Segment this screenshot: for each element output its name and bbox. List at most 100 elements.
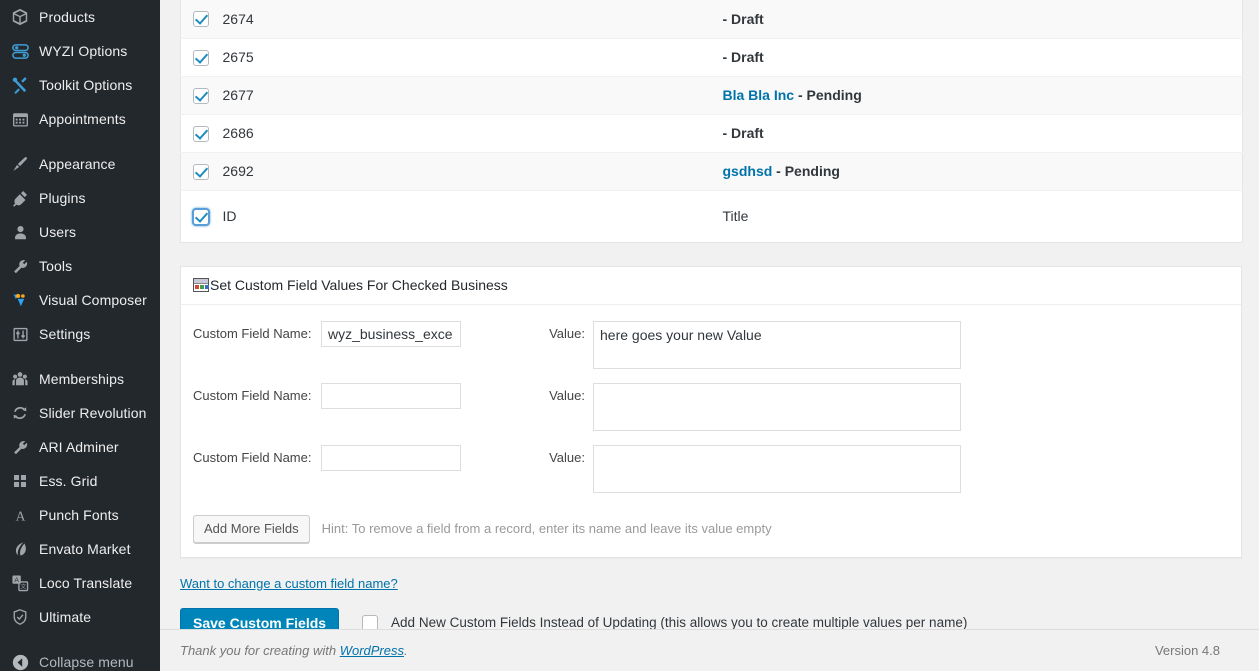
wrench-icon (10, 256, 30, 276)
row-checkbox-cell (180, 0, 223, 39)
sidebar-item-ess-grid[interactable]: Ess. Grid (0, 464, 160, 498)
sidebar-item-label: Settings (39, 326, 91, 342)
business-status: - Draft (722, 10, 764, 27)
table-row[interactable]: 2674- Draft (180, 0, 1243, 39)
sidebar-item-appointments[interactable]: Appointments (0, 102, 160, 136)
row-title: - Draft (722, 38, 1243, 77)
sidebar-item-tools[interactable]: Tools (0, 249, 160, 283)
sidebar-item-loco-translate[interactable]: A 文 Loco Translate (0, 566, 160, 600)
custom-field-name-label: Custom Field Name: (193, 387, 312, 403)
row-title: - Draft (722, 0, 1243, 39)
column-header-id[interactable]: ID (222, 189, 723, 242)
sidebar-item-visual-composer[interactable]: Visual Composer (0, 283, 160, 317)
hint-text: Hint: To remove a field from a record, e… (321, 521, 772, 536)
sidebar-collapse-menu[interactable]: Collapse menu (0, 645, 160, 671)
row-id: 2675 (222, 38, 723, 77)
toggles-icon (10, 41, 30, 61)
custom-field-name-input[interactable] (321, 320, 461, 347)
column-header-title[interactable]: Title (722, 189, 1243, 242)
panel-title: Set Custom Field Values For Checked Busi… (210, 277, 508, 293)
sidebar-collapse-label: Collapse menu (39, 654, 134, 670)
row-checkbox-cell (180, 114, 223, 153)
wordpress-link[interactable]: WordPress (340, 643, 404, 658)
sidebar-item-label: WYZI Options (39, 43, 128, 59)
sidebar-item-label: Loco Translate (39, 575, 133, 591)
business-title-link[interactable]: gsdhsd (723, 163, 773, 179)
sidebar-item-punch-fonts[interactable]: A Punch Fonts (0, 498, 160, 532)
table-row[interactable]: 2675- Draft (180, 38, 1243, 77)
group-icon (10, 369, 30, 389)
custom-field-row: Custom Field Name: Value: (193, 444, 1229, 493)
shield-icon (10, 607, 30, 627)
tools-cross-icon (10, 75, 30, 95)
row-id: 2692 (222, 152, 723, 191)
sidebar-item-appearance[interactable]: Appearance (0, 147, 160, 181)
custom-field-value-textarea[interactable] (593, 444, 961, 493)
row-select-checkbox[interactable] (193, 87, 209, 104)
custom-field-value-label: Value: (549, 325, 585, 341)
row-select-checkbox[interactable] (193, 11, 209, 28)
custom-field-name-label: Custom Field Name: (193, 325, 312, 341)
sidebar-item-slider-revolution[interactable]: Slider Revolution (0, 396, 160, 430)
translate-icon: A文 (10, 573, 30, 593)
custom-field-name-input[interactable] (321, 444, 461, 471)
sidebar-item-memberships[interactable]: Memberships (0, 362, 160, 396)
sidebar-item-label: Ess. Grid (39, 473, 98, 489)
main-content: 2674- Draft 2675- Draft 2677 Bla Bla Inc - … (160, 0, 1259, 671)
sidebar-item-settings[interactable]: Settings (0, 317, 160, 351)
svg-text:文: 文 (20, 582, 26, 590)
custom-field-name-input[interactable] (321, 382, 461, 409)
sidebar-item-label: Users (39, 224, 77, 240)
row-checkbox-cell (180, 76, 223, 115)
sidebar-item-ultimate[interactable]: Ultimate (0, 600, 160, 634)
sidebar-item-plugins[interactable]: Plugins (0, 181, 160, 215)
plug-icon (10, 188, 30, 208)
business-status: - Pending (797, 87, 862, 103)
sidebar-item-envato-market[interactable]: Envato Market (0, 532, 160, 566)
sidebar-item-ari-adminer[interactable]: ARI Adminer (0, 430, 160, 464)
footer-thanks-prefix: Thank you for creating with (180, 643, 340, 658)
admin-sidebar: Products WYZI Options Toolkit Options Appoi… (0, 0, 160, 671)
sidebar-item-wyzi-options[interactable]: WYZI Options (0, 34, 160, 68)
row-checkbox-cell (180, 38, 223, 77)
business-status: - Draft (722, 125, 764, 141)
row-select-checkbox[interactable] (193, 125, 209, 142)
grid-icon (10, 471, 30, 491)
envato-leaf-icon (10, 539, 30, 559)
calendar-icon (10, 109, 30, 129)
sidebar-item-label: Tools (39, 258, 73, 274)
letter-a-icon: A (10, 505, 30, 525)
sidebar-separator (0, 634, 160, 645)
business-title-link[interactable]: Bla Bla Inc (723, 87, 795, 103)
sidebar-separator (0, 351, 160, 362)
sidebar-item-label: ARI Adminer (39, 439, 119, 455)
collapse-arrow-icon (10, 652, 30, 671)
custom-field-value-label: Value: (549, 449, 585, 465)
table-footer-row: ID Title (180, 189, 1243, 242)
add-more-fields-button[interactable]: Add More Fields (193, 514, 310, 543)
row-select-checkbox[interactable] (193, 163, 209, 180)
user-icon (10, 222, 30, 242)
custom-field-value-textarea[interactable] (593, 320, 961, 369)
select-all-cell (180, 189, 223, 242)
custom-field-value-textarea[interactable] (593, 382, 961, 431)
select-all-checkbox[interactable] (193, 208, 209, 225)
panel-body: Custom Field Name:Value:Custom Field Nam… (181, 305, 1241, 557)
row-select-checkbox[interactable] (193, 49, 209, 66)
custom-field-row: Custom Field Name: Value: (193, 382, 1229, 431)
change-custom-field-name-link[interactable]: Want to change a custom field name? (180, 576, 398, 591)
row-id: 2686 (222, 114, 723, 153)
sidebar-item-label: Ultimate (39, 609, 92, 625)
table-row[interactable]: 2677 Bla Bla Inc - Pending (180, 76, 1243, 115)
sidebar-item-label: Products (39, 9, 96, 25)
sidebar-item-products[interactable]: Products (0, 0, 160, 34)
table-row[interactable]: 2692 gsdhsd - Pending (180, 152, 1243, 191)
footer-credit: Thank you for creating with WordPress. (180, 643, 408, 658)
business-list-table: 2674- Draft 2675- Draft 2677 Bla Bla Inc - … (180, 0, 1243, 243)
admin-footer: Thank you for creating with WordPress. V… (160, 629, 1259, 671)
sidebar-item-toolkit-options[interactable]: Toolkit Options (0, 68, 160, 102)
sidebar-item-label: Slider Revolution (39, 405, 147, 421)
refresh-icon (10, 403, 30, 423)
sidebar-item-users[interactable]: Users (0, 215, 160, 249)
table-row[interactable]: 2686- Draft (180, 114, 1243, 153)
